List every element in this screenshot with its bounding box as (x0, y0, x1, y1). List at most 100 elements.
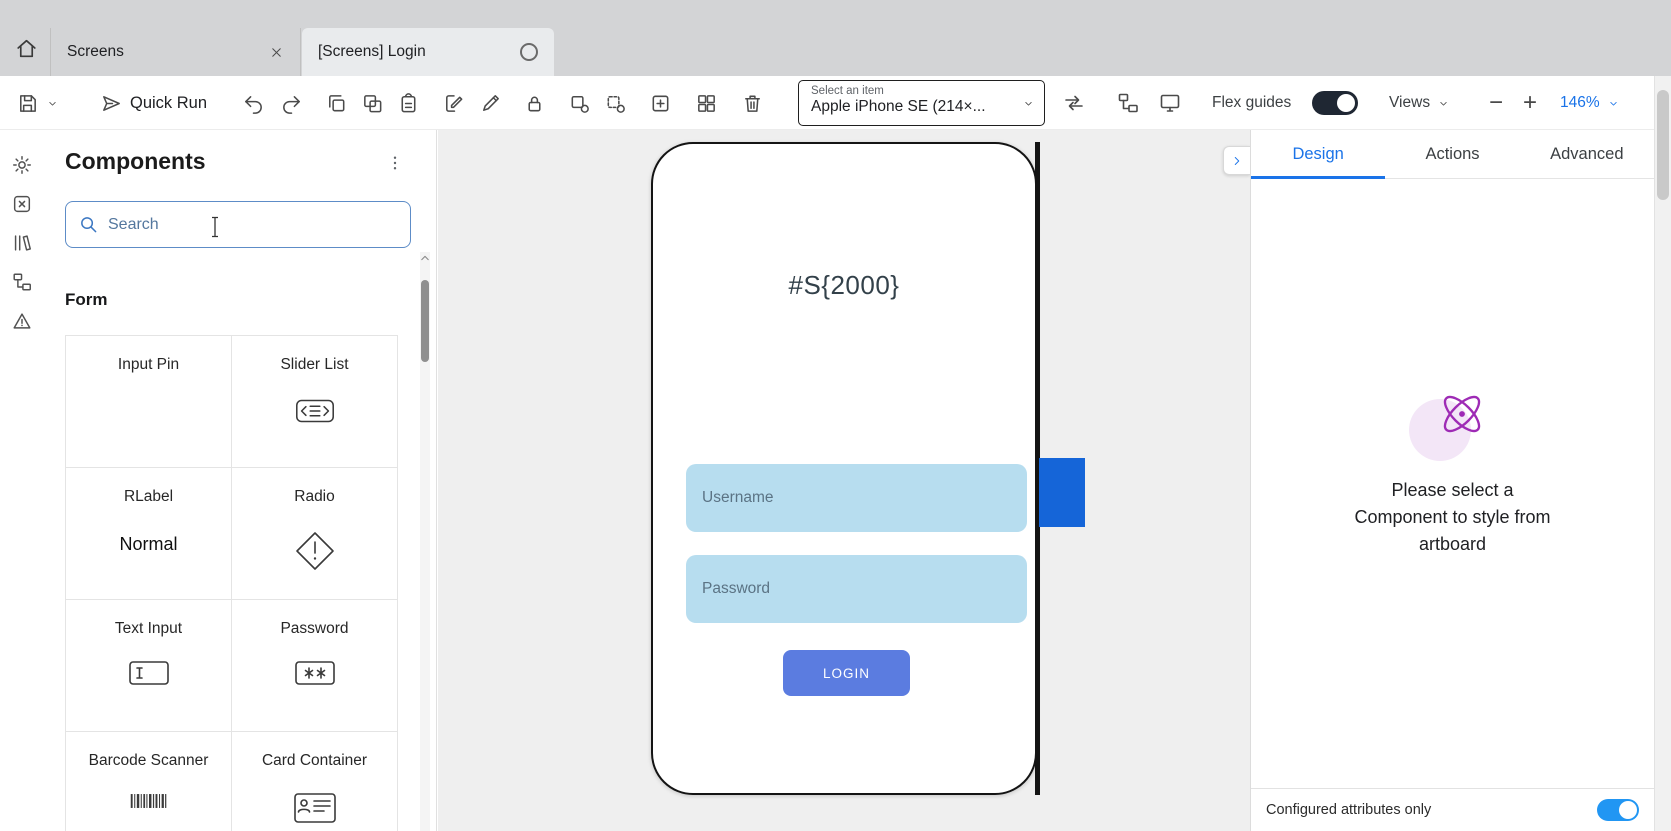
empty-state: Please select a Component to style from … (1251, 385, 1654, 558)
settings-icon[interactable] (11, 154, 33, 176)
edit-style-button[interactable] (442, 76, 465, 130)
chevron-down-icon (1607, 97, 1620, 110)
zoom-out-button[interactable]: − (1489, 76, 1503, 130)
pen-button[interactable] (479, 76, 502, 130)
paste-button[interactable] (397, 76, 420, 130)
component-password[interactable]: Password (232, 600, 398, 732)
panel-footer: Configured attributes only (1251, 788, 1654, 831)
undo-button[interactable] (242, 76, 265, 130)
chevron-down-icon (1022, 97, 1035, 110)
duplicate-button[interactable] (361, 76, 384, 130)
search-input[interactable] (108, 216, 397, 234)
username-field-component[interactable]: Username (686, 464, 1027, 532)
scroll-up-icon[interactable] (421, 254, 429, 262)
warning-icon[interactable] (11, 310, 33, 332)
delete-button[interactable] (741, 76, 764, 130)
components-scrollbar[interactable] (420, 252, 430, 831)
empty-state-illustration (1409, 385, 1497, 461)
components-panel-title: Components (65, 148, 206, 175)
views-dropdown[interactable]: Views (1389, 76, 1450, 130)
box-x-icon[interactable] (11, 193, 33, 215)
ungroup-button[interactable] (604, 76, 627, 130)
component-rlabel[interactable]: RLabel Normal (66, 468, 232, 600)
properties-tabs: Design Actions Advanced (1251, 130, 1654, 179)
lock-icon (523, 92, 546, 115)
group-button[interactable] (568, 76, 591, 130)
window-scrollbar-thumb[interactable] (1657, 90, 1669, 200)
component-radio[interactable]: Radio (232, 468, 398, 600)
left-icon-rail (0, 130, 44, 831)
redo-button[interactable] (280, 76, 303, 130)
rlabel-preview-text: Normal (119, 534, 177, 555)
monitor-icon (1158, 91, 1182, 115)
flex-guides-toggle[interactable] (1312, 76, 1358, 130)
toggle-knob (1337, 94, 1355, 112)
configured-attributes-label: Configured attributes only (1266, 802, 1431, 818)
component-search-box[interactable] (65, 201, 411, 248)
swap-button[interactable] (1062, 76, 1086, 130)
zoom-in-button[interactable]: + (1523, 76, 1537, 130)
password-asterisks-icon (294, 660, 336, 686)
configured-attributes-toggle[interactable] (1597, 799, 1639, 821)
library-icon[interactable] (11, 232, 33, 254)
components-grid: Input Pin Slider List RLabel Normal Radi… (65, 335, 398, 831)
redo-icon (280, 92, 303, 115)
radio-diamond-icon (292, 528, 338, 574)
paste-icon (397, 92, 420, 115)
empty-state-message: Please select a Component to style from … (1354, 477, 1550, 558)
screen-title-component[interactable]: #S{2000} (653, 270, 1035, 301)
duplicate-icon (361, 92, 384, 115)
text-input-icon (128, 660, 170, 686)
copy-icon (325, 92, 348, 115)
selected-blue-rectangle[interactable] (1039, 458, 1085, 527)
plus-icon: + (1523, 89, 1537, 117)
add-frame-icon (649, 92, 672, 115)
component-text-input[interactable]: Text Input (66, 600, 232, 732)
design-canvas[interactable]: #S{2000} Username Password LOGIN (438, 130, 1250, 831)
ibeam-cursor (210, 216, 220, 243)
scrollbar-thumb[interactable] (421, 280, 429, 362)
device-select[interactable]: Select an item Apple iPhone SE (214×... (798, 80, 1045, 126)
kebab-menu-icon[interactable] (386, 154, 404, 172)
component-input-pin[interactable]: Input Pin (66, 336, 232, 468)
close-icon[interactable] (269, 45, 284, 60)
search-icon (79, 215, 98, 234)
tab-screens-login-label: [Screens] Login (318, 43, 426, 61)
add-frame-button[interactable] (649, 76, 672, 130)
zoom-level-dropdown[interactable]: 146% (1560, 76, 1620, 130)
toggle-track[interactable] (1312, 91, 1358, 115)
expand-panel-button[interactable] (1223, 146, 1250, 175)
password-field-component[interactable]: Password (686, 555, 1027, 623)
tab-design[interactable]: Design (1251, 130, 1385, 178)
tree-view-button[interactable] (1116, 76, 1140, 130)
ungroup-icon (604, 92, 627, 115)
device-preview-button[interactable] (1158, 76, 1182, 130)
group-icon (568, 92, 591, 115)
swap-icon (1062, 91, 1086, 115)
home-icon[interactable] (14, 36, 39, 61)
tab-screens-login[interactable]: [Screens] Login (302, 28, 554, 76)
tab-actions[interactable]: Actions (1385, 130, 1519, 178)
component-barcode-scanner[interactable]: Barcode Scanner (66, 732, 232, 831)
copy-button[interactable] (325, 76, 348, 130)
trash-icon (741, 92, 764, 115)
hierarchy-icon[interactable] (11, 271, 33, 293)
quick-run-button[interactable]: Quick Run (100, 76, 207, 130)
layout-grid-icon (695, 92, 718, 115)
lock-button[interactable] (523, 76, 546, 130)
tab-advanced[interactable]: Advanced (1520, 130, 1654, 178)
layout-grid-button[interactable] (695, 76, 718, 130)
save-icon (16, 92, 39, 115)
login-button-component[interactable]: LOGIN (783, 650, 910, 696)
tree-view-icon (1116, 91, 1140, 115)
component-slider-list[interactable]: Slider List (232, 336, 398, 468)
window-scrollbar[interactable] (1654, 76, 1671, 831)
atom-icon (1433, 385, 1491, 443)
tab-screens[interactable]: Screens (50, 28, 301, 76)
device-select-value: Apple iPhone SE (214×... (811, 98, 1010, 116)
section-header-form: Form (65, 290, 108, 310)
run-icon (100, 92, 123, 115)
component-card-container[interactable]: Card Container (232, 732, 398, 831)
phone-artboard[interactable]: #S{2000} Username Password LOGIN (651, 142, 1037, 795)
save-button[interactable] (16, 76, 59, 130)
